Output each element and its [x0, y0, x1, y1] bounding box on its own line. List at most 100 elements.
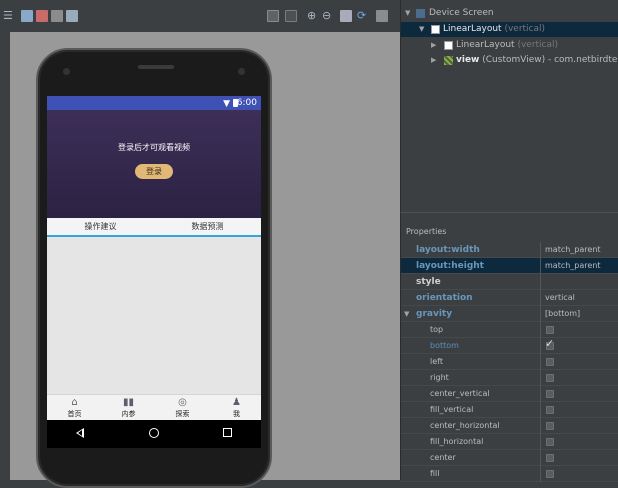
- home-button-icon[interactable]: [149, 428, 159, 438]
- flag-checkbox[interactable]: [546, 438, 554, 446]
- tree-item-name: LinearLayout: [443, 24, 502, 34]
- divider: [540, 354, 541, 370]
- back-icon[interactable]: [76, 428, 84, 438]
- menu-icon[interactable]: ☰: [3, 10, 13, 22]
- divider: [540, 258, 541, 274]
- flag-checkbox[interactable]: [546, 454, 554, 462]
- toggle-icon[interactable]: [36, 10, 48, 22]
- zoom-fit-icon[interactable]: [267, 10, 279, 22]
- gravity-flag-right[interactable]: right: [401, 370, 618, 386]
- prop-value[interactable]: match_parent: [545, 242, 601, 258]
- expand-arrow-icon: ▼: [419, 25, 425, 33]
- tree-item[interactable]: ▶ LinearLayout (vertical): [401, 38, 618, 53]
- nav-item-me[interactable]: ♟ 我: [210, 397, 261, 421]
- flag-name: bottom: [430, 341, 459, 350]
- flag-checkbox[interactable]: [546, 326, 554, 334]
- prop-row-layout-height[interactable]: layout:height match_parent: [401, 258, 618, 274]
- flag-checkbox[interactable]: [546, 374, 554, 382]
- phone-speaker: [138, 65, 174, 69]
- expand-arrow-icon: ▼: [405, 9, 411, 17]
- zoom-in-icon[interactable]: ⊕: [307, 10, 316, 22]
- prop-row-layout-width[interactable]: layout:width match_parent: [401, 242, 618, 258]
- theme-icon[interactable]: [51, 10, 63, 22]
- refresh-icon[interactable]: ⟳: [357, 10, 366, 22]
- shirt-icon: ♟: [232, 397, 241, 408]
- nav-item-home[interactable]: ⌂ 首页: [48, 397, 101, 421]
- prop-value[interactable]: vertical: [545, 290, 575, 306]
- gravity-flag-fill-vertical[interactable]: fill_vertical: [401, 402, 618, 418]
- divider: [540, 290, 541, 306]
- prop-value[interactable]: [bottom]: [545, 306, 580, 322]
- prop-value[interactable]: match_parent: [545, 258, 601, 274]
- tab-suggestions[interactable]: 操作建议: [47, 218, 154, 235]
- flag-name: center_horizontal: [430, 421, 500, 430]
- nav-label-home: 首页: [67, 410, 82, 418]
- prop-row-orientation[interactable]: orientation vertical: [401, 290, 618, 306]
- prop-name: layout:height: [416, 261, 484, 271]
- divider: [540, 386, 541, 402]
- flag-checkbox[interactable]: [546, 390, 554, 398]
- zoom-actual-icon[interactable]: [285, 10, 297, 22]
- flag-name: left: [430, 357, 443, 366]
- status-bar: ▼ 6:00: [47, 96, 261, 110]
- gravity-flag-fill-horizontal[interactable]: fill_horizontal: [401, 434, 618, 450]
- tree-item[interactable]: ▶ view (CustomView) - com.netbirdtech.ap…: [401, 53, 618, 68]
- flag-checkbox[interactable]: [546, 358, 554, 366]
- flag-name: top: [430, 325, 444, 334]
- system-nav-bar: [47, 420, 261, 448]
- gravity-flag-center-horizontal[interactable]: center_horizontal: [401, 418, 618, 434]
- device-screen-icon: [416, 9, 425, 18]
- gravity-flag-top[interactable]: top: [401, 322, 618, 338]
- nav-label-me: 我: [233, 410, 240, 418]
- recent-apps-icon[interactable]: [223, 428, 232, 437]
- flag-name: center_vertical: [430, 389, 490, 398]
- prop-row-gravity[interactable]: ▼ gravity [bottom]: [401, 306, 618, 322]
- divider: [540, 338, 541, 354]
- tree-root[interactable]: ▼ Device Screen: [401, 6, 618, 21]
- collapsed-arrow-icon: ▶: [431, 56, 437, 64]
- sort-icon[interactable]: [66, 10, 78, 22]
- tree-item-detail: (vertical): [517, 40, 559, 50]
- device-icon[interactable]: [340, 10, 352, 22]
- tree-item-detail: (CustomView) - com.netbirdtech.app: [482, 55, 618, 65]
- gravity-flag-center[interactable]: center: [401, 450, 618, 466]
- flag-checkbox[interactable]: [546, 406, 554, 414]
- login-button[interactable]: 登录: [135, 164, 173, 179]
- flag-name: fill_vertical: [430, 405, 474, 414]
- collapsed-arrow-icon: ▶: [431, 41, 437, 49]
- prop-name: style: [416, 277, 441, 287]
- nav-item-insider[interactable]: ▮▮ 内参: [102, 397, 155, 421]
- tab-forecast[interactable]: 数据预测: [154, 218, 261, 235]
- tree-item[interactable]: ▼ LinearLayout (vertical): [401, 22, 618, 37]
- checkmark-icon: ✓: [545, 337, 555, 350]
- chart-icon: ▮▮: [122, 397, 134, 408]
- phone-camera-right: [238, 68, 245, 75]
- nav-item-explore[interactable]: ◎ 探索: [156, 397, 209, 421]
- dimensions-icon[interactable]: [21, 10, 33, 22]
- flag-checkbox[interactable]: [546, 422, 554, 430]
- divider: [540, 370, 541, 386]
- flag-name: right: [430, 373, 449, 382]
- wifi-icon: ▼: [223, 99, 230, 109]
- gravity-flag-left[interactable]: left: [401, 354, 618, 370]
- divider: [540, 274, 541, 290]
- divider: [540, 418, 541, 434]
- tree-root-label: Device Screen: [429, 8, 494, 18]
- home-icon: ⌂: [71, 397, 78, 408]
- zoom-out-icon[interactable]: ⊖: [322, 10, 331, 22]
- expand-arrow-icon[interactable]: ▼: [404, 306, 409, 322]
- status-time: 6:00: [236, 98, 257, 108]
- nav-label-explore: 探索: [175, 410, 190, 418]
- flag-checkbox[interactable]: [546, 470, 554, 478]
- gravity-flag-center-vertical[interactable]: center_vertical: [401, 386, 618, 402]
- settings-icon[interactable]: [376, 10, 388, 22]
- login-header: 登录后才可观看视频 登录: [47, 110, 261, 218]
- layout-icon: [444, 41, 453, 50]
- divider: [540, 450, 541, 466]
- gravity-flag-bottom[interactable]: bottom ✓: [401, 337, 618, 354]
- tree-item-name: LinearLayout: [456, 40, 515, 50]
- divider: [540, 242, 541, 258]
- tab-bar: 操作建议 数据预测: [47, 218, 261, 237]
- flag-name: center: [430, 453, 456, 462]
- prop-row-style[interactable]: style: [401, 274, 618, 290]
